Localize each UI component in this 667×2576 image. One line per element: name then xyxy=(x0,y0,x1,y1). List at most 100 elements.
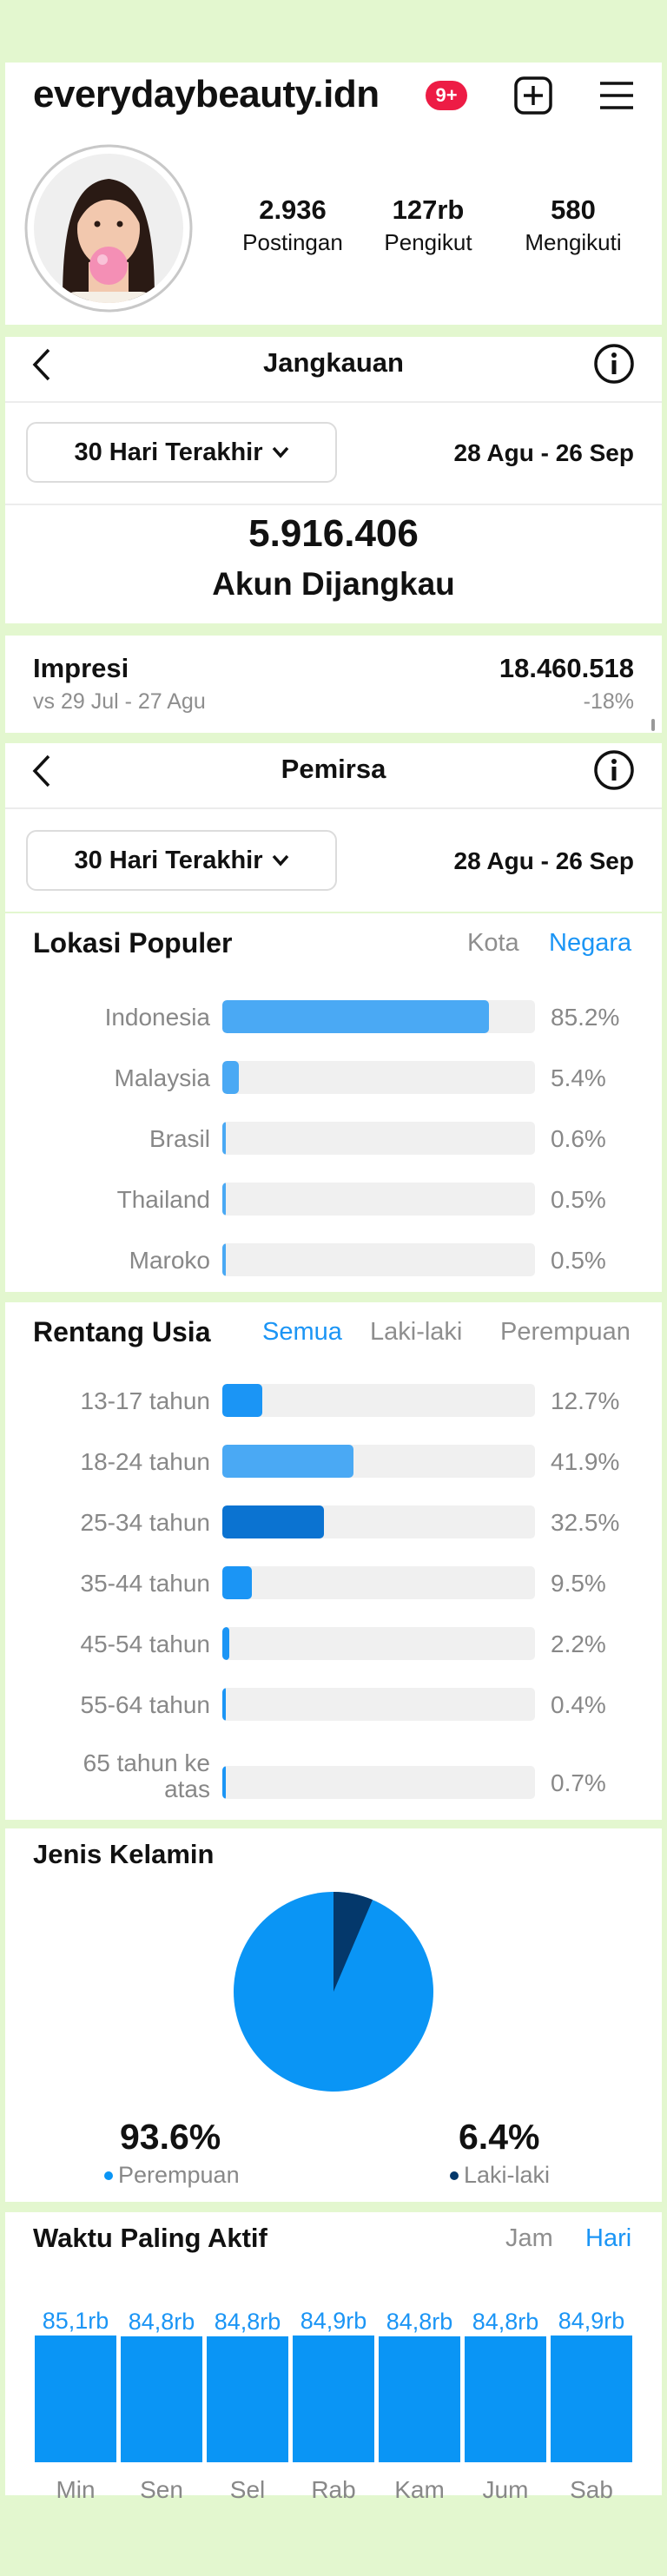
stat-following-value: 580 xyxy=(551,194,596,225)
gender-title: Jenis Kelamin xyxy=(33,1839,215,1869)
scrollbar[interactable] xyxy=(651,719,655,731)
stat-followers-label: Pengikut xyxy=(384,229,472,255)
age-bar-fill xyxy=(222,1384,262,1417)
day-column-value: 85,1rb xyxy=(42,2308,109,2334)
stat-posts-value: 2.936 xyxy=(259,194,327,225)
impressions-compare-period: vs 29 Jul - 27 Agu xyxy=(33,689,206,714)
gender-pie-chart xyxy=(234,1892,433,2092)
day-label: Min xyxy=(56,2476,96,2503)
tab-city[interactable]: Kota xyxy=(467,929,519,958)
location-bar-fill xyxy=(222,1243,226,1276)
tab-female[interactable]: Perempuan xyxy=(500,1318,631,1347)
age-bar-fill xyxy=(222,1688,226,1721)
age-row: 45-54 tahun 2.2% xyxy=(5,1627,662,1665)
range-dropdown-label: 30 Hari Terakhir xyxy=(74,846,263,874)
location-bar-track xyxy=(222,1243,535,1276)
age-row: 18-24 tahun 41.9% xyxy=(5,1445,662,1483)
tab-hours[interactable]: Jam xyxy=(505,2224,553,2253)
male-pct: 6.4% xyxy=(459,2117,540,2157)
profile-card: everydaybeauty.idn 9+ 2.936 Postingan 12… xyxy=(5,63,662,325)
age-row: 13-17 tahun 12.7% xyxy=(5,1384,662,1422)
age-label: 25-34 tahun xyxy=(80,1509,210,1536)
day-label: Jum xyxy=(482,2476,529,2503)
age-label: 13-17 tahun xyxy=(80,1387,210,1414)
tab-country[interactable]: Negara xyxy=(549,929,631,958)
location-bar-track xyxy=(222,1000,535,1033)
accounts-reached-value: 5.916.406 xyxy=(248,512,419,555)
impressions-change: -18% xyxy=(583,689,634,714)
age-bar-track xyxy=(222,1384,535,1417)
location-label: Indonesia xyxy=(104,1004,210,1031)
add-post-icon[interactable] xyxy=(512,75,554,116)
age-pct: 32.5% xyxy=(551,1509,620,1536)
location-pct: 0.5% xyxy=(551,1247,606,1274)
location-pct: 5.4% xyxy=(551,1064,606,1091)
location-row: Indonesia 85.2% xyxy=(5,1000,662,1038)
age-row: 35-44 tahun 9.5% xyxy=(5,1566,662,1604)
age-bar-fill xyxy=(222,1566,253,1599)
reach-title: Jangkauan xyxy=(263,347,404,378)
username[interactable]: everydaybeauty.idn xyxy=(33,73,380,116)
stat-followers[interactable]: 127rb Pengikut xyxy=(363,194,493,256)
day-column[interactable] xyxy=(465,2336,546,2462)
menu-icon[interactable] xyxy=(598,76,636,115)
age-pct: 0.7% xyxy=(551,1769,606,1796)
age-bar-fill xyxy=(222,1627,229,1660)
location-bar-fill xyxy=(222,1183,226,1216)
day-column[interactable] xyxy=(551,2336,632,2462)
info-icon[interactable] xyxy=(592,342,636,385)
day-label: Sel xyxy=(229,2476,266,2503)
stat-following[interactable]: 580 Mengikuti xyxy=(504,194,643,256)
location-bar-track xyxy=(222,1122,535,1155)
location-row: Thailand 0.5% xyxy=(5,1183,662,1221)
reach-card: Jangkauan 30 Hari Terakhir 28 Agu - 26 S… xyxy=(5,337,662,623)
day-label: Sab xyxy=(570,2476,613,2503)
tab-days[interactable]: Hari xyxy=(585,2224,631,2253)
day-column-value: 84,9rb xyxy=(558,2308,625,2335)
divider xyxy=(5,401,662,403)
tab-all[interactable]: Semua xyxy=(262,1318,342,1347)
age-label: 65 tahun ke atas xyxy=(83,1749,210,1802)
age-bar-track xyxy=(222,1627,535,1660)
location-bar-fill xyxy=(222,1061,240,1094)
location-bar-fill xyxy=(222,1122,226,1155)
male-legend: Laki-laki xyxy=(450,2162,550,2189)
divider xyxy=(5,807,662,809)
location-label: Maroko xyxy=(129,1247,210,1274)
day-column[interactable] xyxy=(35,2336,116,2462)
range-dropdown[interactable]: 30 Hari Terakhir xyxy=(26,830,337,891)
age-label: 45-54 tahun xyxy=(80,1631,210,1657)
age-label: 55-64 tahun xyxy=(80,1691,210,1718)
notification-badge[interactable]: 9+ xyxy=(426,81,467,110)
age-row: 25-34 tahun 32.5% xyxy=(5,1505,662,1544)
location-bar-track xyxy=(222,1183,535,1216)
stat-posts-label: Postingan xyxy=(242,229,343,255)
day-column[interactable] xyxy=(121,2336,202,2462)
date-range: 28 Agu - 26 Sep xyxy=(453,847,634,874)
audience-title: Pemirsa xyxy=(281,754,386,784)
age-pct: 0.4% xyxy=(551,1691,606,1718)
day-column[interactable] xyxy=(207,2336,288,2462)
location-pct: 85.2% xyxy=(551,1004,620,1031)
range-dropdown[interactable]: 30 Hari Terakhir xyxy=(26,422,337,483)
chevron-down-icon xyxy=(272,446,288,458)
day-label: Sen xyxy=(140,2476,183,2503)
legend-dot-male xyxy=(450,2171,459,2180)
day-column[interactable] xyxy=(293,2336,374,2462)
audience-card: Pemirsa 30 Hari Terakhir 28 Agu - 26 Sep xyxy=(5,743,662,912)
stat-posts[interactable]: 2.936 Postingan xyxy=(228,194,358,256)
info-icon[interactable] xyxy=(592,748,636,792)
age-pct: 12.7% xyxy=(551,1387,620,1414)
chevron-down-icon xyxy=(272,854,288,866)
tab-male[interactable]: Laki-laki xyxy=(370,1318,462,1347)
male-label: Laki-laki xyxy=(464,2162,551,2188)
location-row: Maroko 0.5% xyxy=(5,1243,662,1281)
day-column[interactable] xyxy=(379,2336,460,2462)
impressions-card[interactable]: Impresi vs 29 Jul - 27 Agu 18.460.518 -1… xyxy=(5,636,662,733)
avatar[interactable] xyxy=(24,144,193,313)
female-legend: Perempuan xyxy=(104,2162,240,2189)
location-row: Malaysia 5.4% xyxy=(5,1061,662,1099)
impressions-value: 18.460.518 xyxy=(499,653,634,683)
legend-dot-female xyxy=(104,2171,113,2180)
day-column-value: 84,8rb xyxy=(128,2308,195,2335)
